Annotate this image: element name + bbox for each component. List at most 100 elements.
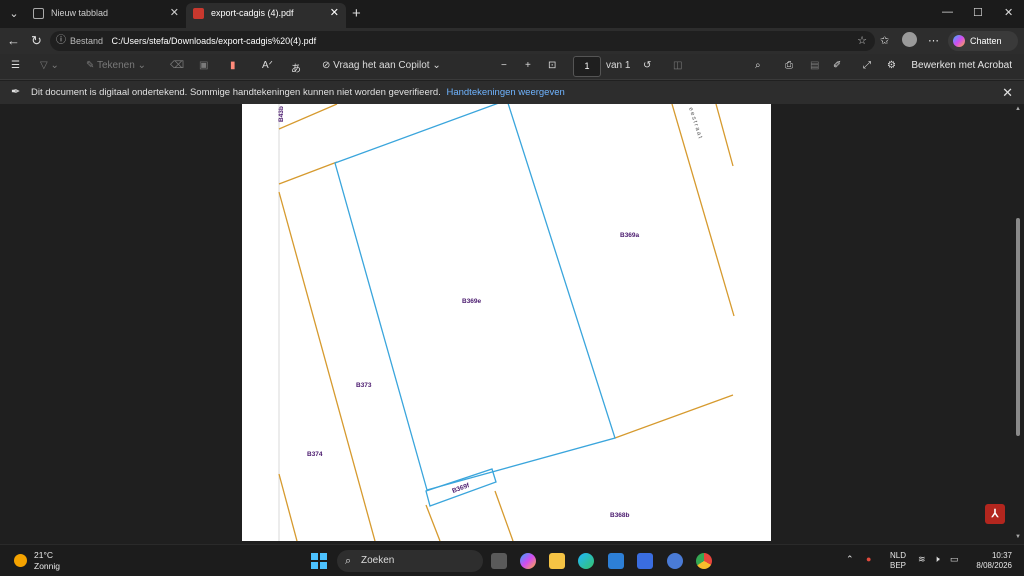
more-options-icon[interactable]: ⋯ <box>928 34 939 47</box>
parcel-b369e <box>334 104 616 491</box>
task-view-icon[interactable] <box>491 553 507 569</box>
parcel-label: B369a <box>620 232 640 239</box>
new-tab-button[interactable]: + <box>352 5 361 22</box>
zoom-out-icon[interactable]: − <box>501 60 507 71</box>
tab-actions-menu-button[interactable]: ⌄ <box>5 5 23 23</box>
parcel-border <box>278 161 338 185</box>
zoom-in-icon[interactable]: + <box>525 60 531 71</box>
maximize-button[interactable]: ☐ <box>973 6 983 19</box>
taskbar-search[interactable]: ⌕ Zoeken <box>337 550 483 572</box>
battery-icon[interactable]: ▭ <box>950 554 959 565</box>
tab-title: Nieuw tabblad <box>51 8 109 18</box>
close-icon[interactable]: ✕ <box>1002 81 1013 104</box>
copilot-label: Chatten <box>970 36 1002 46</box>
highlight-icon[interactable]: ▽ ⌄ <box>40 60 59 71</box>
parcel-border <box>278 473 298 541</box>
scrollbar-thumb[interactable] <box>1016 218 1020 436</box>
cadastral-map: B369a B369e B373 B374 B369f B368b B43b e… <box>278 104 735 541</box>
pdf-viewer[interactable]: B369a B369e B373 B374 B369f B368b B43b e… <box>0 104 1024 544</box>
parcel-border <box>278 191 376 541</box>
acrobat-icon[interactable]: ⅄ <box>985 504 1005 524</box>
contents-icon[interactable]: ☰ <box>11 60 20 71</box>
parcel-label: B369f <box>451 482 471 495</box>
file-label: Bestand <box>70 36 104 46</box>
copilot-chat-button[interactable]: Chatten <box>948 31 1018 51</box>
signature-pen-icon: ✒ <box>11 86 21 98</box>
save-as-icon[interactable]: ✐ <box>833 60 841 71</box>
pdf-toolbar: ☰ ▽ ⌄ ✎ Tekenen ⌄ ⌫ ▣ ▮ Aᐟ あ ⊘ Vraag het… <box>0 54 1024 80</box>
page-view-icon[interactable]: ◫ <box>673 60 682 71</box>
parcel-borders <box>278 104 735 541</box>
scroll-down-icon[interactable]: ▼ <box>1015 534 1021 540</box>
address-field[interactable]: ⓘ Bestand C:/Users/stefa/Downloads/expor… <box>50 31 875 51</box>
fit-page-icon[interactable]: ⊡ <box>548 60 556 71</box>
parcel-label: B373 <box>356 382 372 389</box>
scrollbar[interactable]: ▲ ▼ <box>1015 106 1021 540</box>
parcel-label: B43b <box>278 106 285 122</box>
immersive-reader-icon[interactable]: ▮ <box>230 60 236 71</box>
ask-copilot-button[interactable]: ⊘ Vraag het aan Copilot ⌄ <box>322 60 441 71</box>
window-close-button[interactable]: ✕ <box>1004 6 1013 19</box>
parcel-label: B369e <box>462 298 482 305</box>
read-aloud-icon[interactable]: Aᐟ <box>262 60 273 71</box>
tab-strip: ⌄ Nieuw tabblad ✕ export-cadgis (4).pdf … <box>0 0 1024 28</box>
pdf-icon <box>193 8 204 19</box>
info-icon: ⓘ <box>56 35 66 46</box>
tab-pdf[interactable]: export-cadgis (4).pdf ✕ <box>186 3 346 28</box>
page-total: van 1 <box>606 60 631 71</box>
signature-notice-bar: ✒ Dit document is digitaal ondertekend. … <box>0 81 1024 104</box>
search-icon[interactable]: ⌕ <box>755 60 761 71</box>
page-icon <box>33 8 44 19</box>
close-icon[interactable]: ✕ <box>330 3 339 24</box>
edge-icon[interactable] <box>578 553 594 569</box>
clock-time: 10:37 <box>991 551 1012 560</box>
view-signatures-link[interactable]: Handtekeningen weergeven <box>446 87 564 98</box>
save-icon[interactable]: ▤ <box>810 60 819 71</box>
fullscreen-icon[interactable]: ⤢ <box>863 60 871 71</box>
lang-bottom: BEP <box>890 561 907 570</box>
eraser-icon[interactable]: ⌫ <box>170 60 184 71</box>
favorite-star-icon[interactable]: ☆ <box>857 31 867 51</box>
back-icon[interactable]: ← <box>7 33 20 48</box>
translate-icon[interactable]: あ <box>291 60 301 75</box>
favorites-icon[interactable]: ✩ <box>880 34 889 47</box>
file-explorer-icon[interactable] <box>549 553 565 569</box>
parcel-border <box>715 104 734 167</box>
minimize-button[interactable]: — <box>942 6 953 18</box>
input-language[interactable]: NLD BEP <box>890 551 906 571</box>
weather-temp: 21°C <box>34 550 53 560</box>
copilot-app-icon[interactable] <box>520 553 536 569</box>
weather-widget[interactable]: 21°C Zonnig <box>34 550 60 572</box>
tab-new-tab[interactable]: Nieuw tabblad ✕ <box>26 3 186 28</box>
sun-icon[interactable] <box>14 554 27 567</box>
highlighted-parcels <box>334 104 616 507</box>
page-number-input[interactable]: 1 <box>573 56 601 77</box>
start-icon[interactable] <box>311 553 327 569</box>
app-icon[interactable] <box>667 553 683 569</box>
parcel-label: B374 <box>307 451 323 458</box>
tray-app-icon[interactable]: ● <box>866 554 871 564</box>
volume-icon[interactable]: 🕨 <box>934 554 940 565</box>
chevron-up-icon[interactable]: ⌃ <box>846 554 854 565</box>
street-name: eestraat <box>687 107 703 141</box>
pdf-page: B369a B369e B373 B374 B369f B368b B43b e… <box>242 104 771 541</box>
outlook-icon[interactable] <box>637 553 653 569</box>
chrome-icon[interactable] <box>696 553 712 569</box>
draw-button[interactable]: ✎ Tekenen ⌄ <box>86 60 146 71</box>
rotate-icon[interactable]: ↺ <box>643 60 651 71</box>
store-icon[interactable] <box>608 553 624 569</box>
edit-with-acrobat-button[interactable]: Bewerken met Acrobat <box>911 60 1012 71</box>
clock[interactable]: 10:37 8/08/2026 <box>974 551 1012 571</box>
text-box-icon[interactable]: ▣ <box>199 60 208 71</box>
refresh-icon[interactable]: ↻ <box>31 33 42 49</box>
profile-avatar[interactable] <box>902 32 917 47</box>
signature-message: Dit document is digitaal ondertekend. So… <box>31 87 441 98</box>
clock-date: 8/08/2026 <box>976 561 1012 570</box>
weather-desc: Zonnig <box>34 561 60 571</box>
url-text: C:/Users/stefa/Downloads/export-cadgis%2… <box>111 36 317 46</box>
settings-gear-icon[interactable]: ⚙ <box>887 60 896 71</box>
print-icon[interactable]: ⎙ <box>785 60 793 71</box>
scroll-up-icon[interactable]: ▲ <box>1015 106 1021 112</box>
close-icon[interactable]: ✕ <box>170 3 179 24</box>
wifi-icon[interactable]: ≋ <box>918 554 926 565</box>
